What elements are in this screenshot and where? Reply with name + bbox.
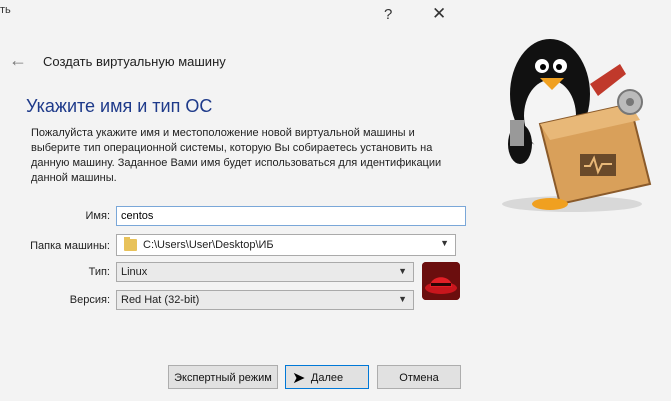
type-value: Linux [121, 266, 148, 278]
version-select[interactable]: Red Hat (32-bit) ▼ [116, 290, 414, 310]
name-input[interactable]: centos [116, 206, 466, 226]
page-heading: Укажите имя и тип ОС [26, 96, 213, 116]
folder-label: Папка машины: [30, 240, 110, 252]
folder-select[interactable]: C:\Users\User\Desktop\ИБ ▼ [116, 234, 456, 256]
version-label: Версия: [69, 294, 110, 306]
folder-value: C:\Users\User\Desktop\ИБ [143, 239, 274, 251]
vbox-mascot-illustration [480, 24, 660, 214]
chevron-down-icon: ▼ [440, 238, 449, 248]
name-label: Имя: [85, 210, 110, 222]
close-button[interactable]: ✕ [432, 4, 446, 24]
title-fragment: ть [0, 4, 11, 16]
type-select[interactable]: Linux ▼ [116, 262, 414, 282]
folder-icon [124, 237, 137, 251]
mouse-cursor-icon: ➤ [292, 370, 306, 387]
version-value: Red Hat (32-bit) [121, 294, 200, 306]
chevron-down-icon: ▼ [398, 266, 407, 276]
cancel-button[interactable]: Отмена [377, 365, 461, 389]
type-label: Тип: [88, 266, 110, 278]
redhat-os-icon [422, 262, 460, 300]
chevron-down-icon: ▼ [398, 294, 407, 304]
expert-mode-button[interactable]: Экспертный режим [168, 365, 278, 389]
help-button[interactable]: ? [384, 6, 392, 23]
page-description: Пожалуйста укажите имя и местоположение … [31, 127, 442, 184]
wizard-title: Создать виртуальную машину [43, 54, 226, 69]
back-arrow-icon[interactable]: ← [9, 50, 27, 71]
